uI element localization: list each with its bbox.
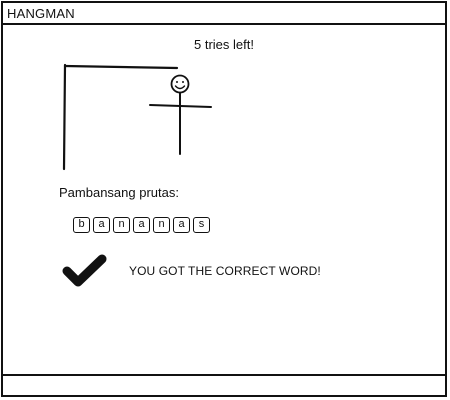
hangman-window: HANGMAN 5 tries left! Pambansang prutas:…	[1, 1, 447, 397]
letter-tile: n	[153, 217, 170, 233]
tries-left-text: 5 tries left!	[194, 37, 254, 52]
letter-tile: b	[73, 217, 90, 233]
window-title: HANGMAN	[7, 6, 75, 21]
checkmark-icon	[62, 254, 107, 287]
status-bar	[3, 374, 445, 395]
result-message: YOU GOT THE CORRECT WORD!	[129, 264, 321, 278]
title-bar: HANGMAN	[3, 3, 445, 25]
letter-tile: a	[93, 217, 110, 233]
hint-label: Pambansang prutas:	[59, 185, 179, 200]
letter-tile: s	[193, 217, 210, 233]
hangman-figure-icon	[62, 63, 212, 171]
letter-tile: a	[173, 217, 190, 233]
letter-tile: n	[113, 217, 130, 233]
letter-tile: a	[133, 217, 150, 233]
word-letters: b a n a n a s	[73, 217, 210, 233]
